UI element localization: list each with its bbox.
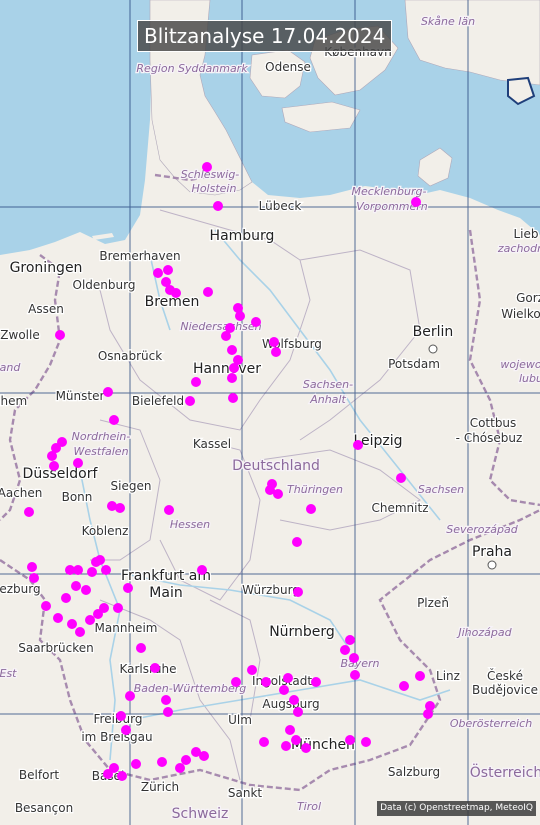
map-label: Hessen xyxy=(170,518,210,531)
berlin-marker xyxy=(428,344,438,354)
map-label: Severozápad xyxy=(446,523,519,536)
map-label: Aachen xyxy=(0,486,42,500)
map-label: Linz xyxy=(436,669,460,683)
map-label: Baden-Württemberg xyxy=(134,682,247,695)
map-label: Bremerhaven xyxy=(99,249,180,263)
map-label: wojewo xyxy=(500,358,540,371)
map-label: Anhalt xyxy=(309,393,346,406)
map-label: Oberösterreich xyxy=(450,717,532,730)
lightning-map[interactable]: Skåne län København Region Syddanmark Odens… xyxy=(0,0,540,825)
map-label: Assen xyxy=(28,302,64,316)
map-label: Zürich xyxy=(141,780,179,794)
map-label: Österreich xyxy=(470,763,540,781)
map-label: Berlin xyxy=(413,324,454,340)
map-label: Bayern xyxy=(340,657,379,670)
map-label: Plzeň xyxy=(417,596,449,610)
map-label: Niedersachsen xyxy=(180,320,261,333)
map-label: Mannheim xyxy=(95,621,158,635)
map-label: Mecklenburg- xyxy=(352,185,427,198)
map-label: Ulm xyxy=(228,713,252,727)
map-label: Potsdam xyxy=(388,357,440,371)
map-label: Lieb xyxy=(513,227,538,241)
map-label: im Breisgau xyxy=(81,730,152,744)
map-label: Deutschland xyxy=(232,458,320,474)
map-label: Main xyxy=(149,585,182,601)
map-label: Thüringen xyxy=(287,483,343,496)
map-label: Würzburg xyxy=(242,583,300,597)
map-label: České xyxy=(487,668,523,683)
map-canvas: Skåne länKøbenhavnRegion Syddanmark Odens… xyxy=(0,0,540,825)
map-label: Karlsruhe xyxy=(119,662,176,676)
map-label: Praha xyxy=(472,544,512,560)
map-label: Cottbus xyxy=(470,416,517,430)
map-label: Oldenburg xyxy=(73,278,136,292)
map-label: Osnabrück xyxy=(98,349,162,363)
map-label: Schweiz xyxy=(172,806,229,822)
map-label: Lübeck xyxy=(259,199,302,213)
map-label: and xyxy=(0,361,21,374)
map-label: Belfort xyxy=(19,768,59,782)
map-label: zachodn xyxy=(497,242,540,255)
map-label: Region Syddanmark xyxy=(136,62,248,75)
map-title: Blitzanalyse 17.04.2024 xyxy=(137,20,393,52)
map-label: Besançon xyxy=(15,801,73,815)
map-label: Bremen xyxy=(145,294,200,310)
map-label: Tirol xyxy=(297,800,321,813)
map-label: Siegen xyxy=(111,479,152,493)
map-label: nhem xyxy=(0,394,27,408)
north-sea xyxy=(0,0,152,255)
map-label: Salzburg xyxy=(388,765,440,779)
map-label: Düsseldorf xyxy=(23,466,99,482)
map-label: Skåne län xyxy=(421,15,475,28)
map-label: Nürnberg xyxy=(269,624,335,640)
map-label: Odense xyxy=(265,60,311,74)
map-label: ezburg xyxy=(0,582,41,596)
map-label: Bielefeld xyxy=(132,394,184,408)
map-label: Sankt xyxy=(228,786,263,800)
map-label: Kassel xyxy=(193,437,231,451)
map-label: Nordrhein- xyxy=(72,430,131,443)
map-label: - Chósebuz xyxy=(456,431,523,445)
map-label: Saarbrücken xyxy=(18,641,94,655)
map-label: Budějovice xyxy=(472,683,538,697)
map-label: Westfalen xyxy=(73,445,128,458)
map-label: Groningen xyxy=(10,260,83,276)
map-label: Zwolle xyxy=(0,328,39,342)
map-label: Chemnitz xyxy=(372,501,429,515)
map-label: Gorz xyxy=(516,291,540,305)
map-label: Hannover xyxy=(193,361,261,377)
map-label: Sachsen- xyxy=(303,378,353,391)
map-label: Hamburg xyxy=(210,228,275,244)
map-label: Münster xyxy=(56,389,105,403)
map-label: Koblenz xyxy=(82,524,129,538)
map-label: lubu xyxy=(519,372,540,385)
attribution: Data (c) Openstreetmap, MeteoIQ xyxy=(377,801,536,816)
map-label: Wielko xyxy=(501,307,540,321)
map-label: Est xyxy=(0,667,17,680)
map-label: Bonn xyxy=(62,490,93,504)
map-label: Sachsen xyxy=(418,483,464,496)
praha-marker xyxy=(487,560,497,570)
map-label: Jihozápad xyxy=(456,626,512,639)
map-label: Holstein xyxy=(192,182,237,195)
